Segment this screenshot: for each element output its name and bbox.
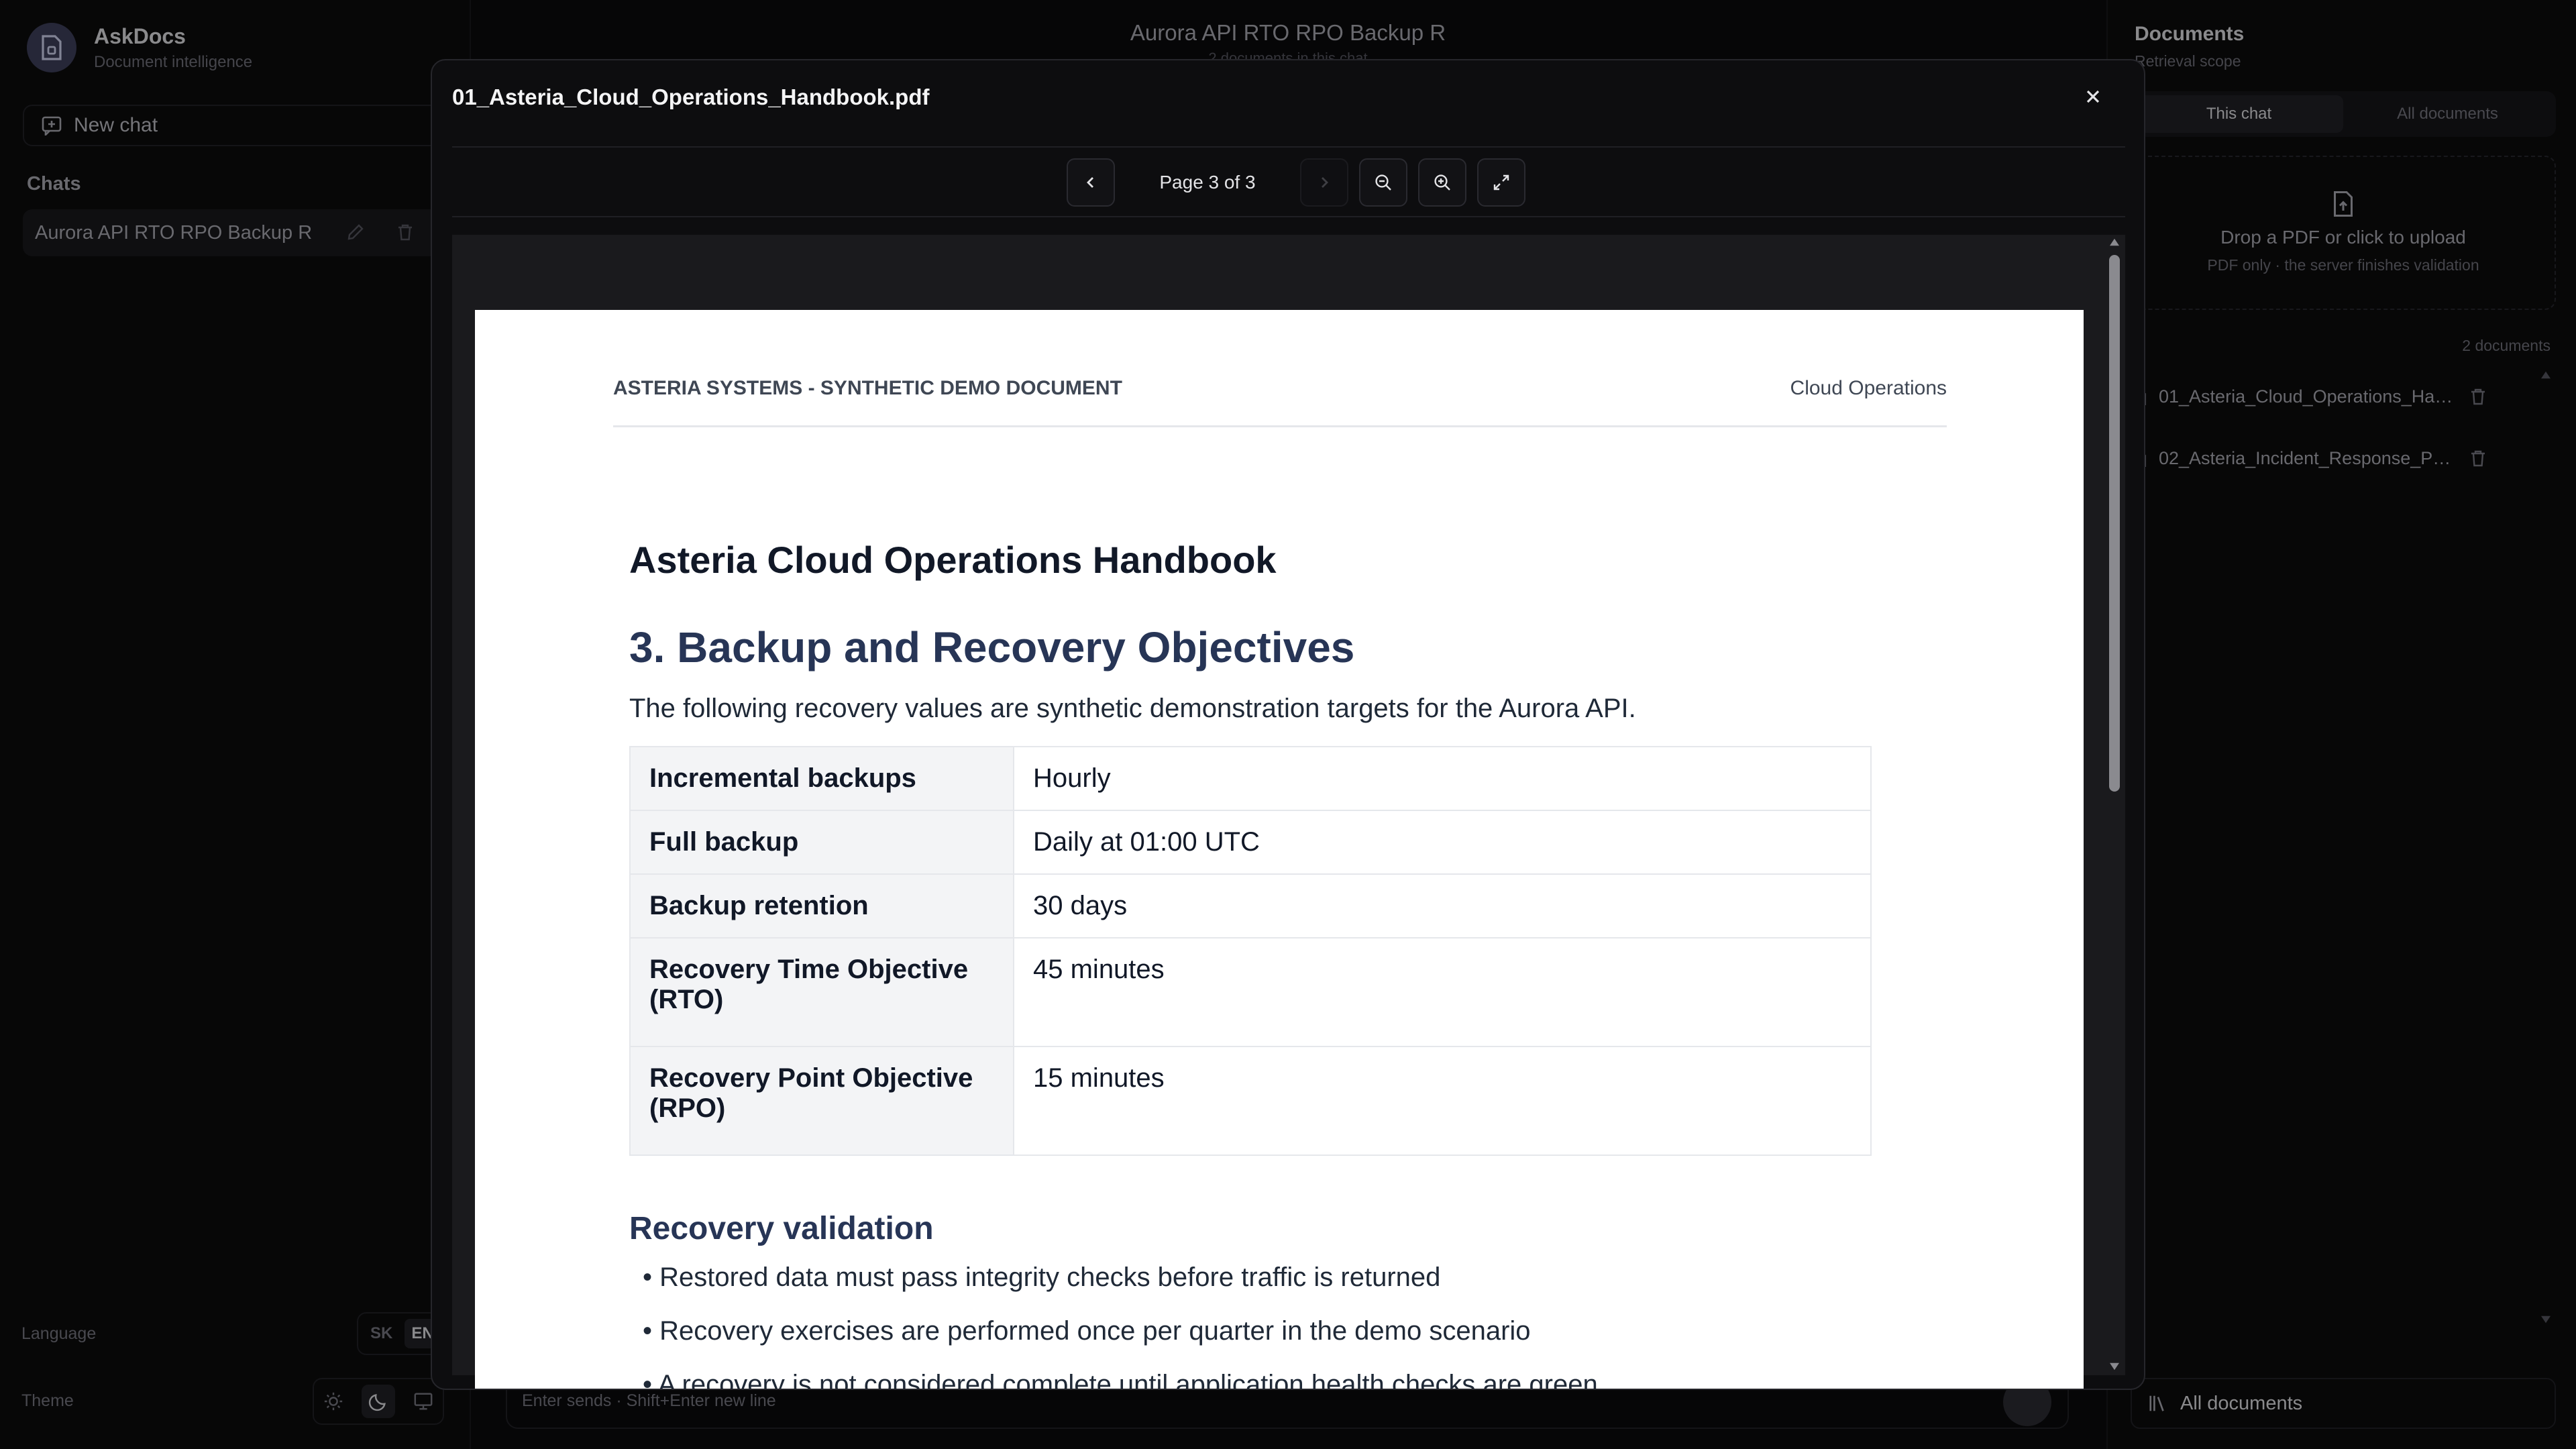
table-row: Recovery Point Objective (RPO) 15 minute… xyxy=(629,1046,1872,1156)
viewer-scrollbar[interactable] xyxy=(2104,235,2125,1375)
list-item: • A recovery is not considered complete … xyxy=(643,1370,1598,1390)
table-value: 30 days xyxy=(1013,873,1872,938)
pdf-viewport[interactable]: ASTERIA SYSTEMS - SYNTHETIC DEMO DOCUMEN… xyxy=(452,235,2125,1389)
table-value: Hourly xyxy=(1013,746,1872,811)
pdf-intro-text: The following recovery values are synthe… xyxy=(629,694,1636,723)
zoom-in-icon xyxy=(1433,173,1452,192)
divider xyxy=(452,146,2125,148)
table-value: 45 minutes xyxy=(1013,937,1872,1047)
zoom-in-button[interactable] xyxy=(1418,158,1466,207)
table-key: Recovery Time Objective (RTO) xyxy=(629,937,1014,1047)
divider xyxy=(452,216,2125,217)
scrollbar-thumb[interactable] xyxy=(2109,255,2120,792)
pdf-page: ASTERIA SYSTEMS - SYNTHETIC DEMO DOCUMEN… xyxy=(475,310,2084,1390)
scroll-up-icon[interactable] xyxy=(2108,237,2121,247)
table-key: Full backup xyxy=(629,810,1014,875)
expand-icon xyxy=(1492,173,1511,192)
pdf-section-heading: 3. Backup and Recovery Objectives xyxy=(629,623,1355,672)
pdf-viewer-modal: 01_Asteria_Cloud_Operations_Handbook.pdf… xyxy=(431,59,2145,1390)
chevron-right-icon xyxy=(1316,174,1332,191)
previous-page-button[interactable] xyxy=(1067,158,1115,207)
pdf-document-title: Asteria Cloud Operations Handbook xyxy=(629,539,1277,581)
pdf-subsection-heading: Recovery validation xyxy=(629,1211,934,1246)
chevron-left-icon xyxy=(1083,174,1099,191)
zoom-out-icon xyxy=(1374,173,1393,192)
pdf-header-right: Cloud Operations xyxy=(1790,377,1947,399)
pdf-objectives-table: Incremental backups Hourly Full backup D… xyxy=(629,746,1872,1156)
table-row: Recovery Time Objective (RTO) 45 minutes xyxy=(629,937,1872,1047)
page-indicator: Page 3 of 3 xyxy=(1159,172,1256,193)
list-item: • Recovery exercises are performed once … xyxy=(643,1316,1531,1346)
modal-file-name: 01_Asteria_Cloud_Operations_Handbook.pdf xyxy=(452,85,930,109)
list-item: • Restored data must pass integrity chec… xyxy=(643,1263,1441,1292)
pdf-page-header: ASTERIA SYSTEMS - SYNTHETIC DEMO DOCUMEN… xyxy=(613,377,1947,427)
pdf-bullet-list: • Restored data must pass integrity chec… xyxy=(643,1263,1598,1390)
table-row: Incremental backups Hourly xyxy=(629,746,1872,811)
pdf-toolbar: Page 3 of 3 xyxy=(1067,158,1525,207)
table-key: Backup retention xyxy=(629,873,1014,938)
table-value: Daily at 01:00 UTC xyxy=(1013,810,1872,875)
table-key: Incremental backups xyxy=(629,746,1014,811)
pdf-header-left: ASTERIA SYSTEMS - SYNTHETIC DEMO DOCUMEN… xyxy=(613,377,1122,399)
zoom-out-button[interactable] xyxy=(1359,158,1407,207)
table-value: 15 minutes xyxy=(1013,1046,1872,1156)
table-row: Full backup Daily at 01:00 UTC xyxy=(629,810,1872,875)
next-page-button[interactable] xyxy=(1300,158,1348,207)
table-key: Recovery Point Objective (RPO) xyxy=(629,1046,1014,1156)
close-icon[interactable] xyxy=(2084,87,2102,106)
table-row: Backup retention 30 days xyxy=(629,873,1872,938)
scroll-down-icon[interactable] xyxy=(2108,1362,2121,1371)
fullscreen-button[interactable] xyxy=(1477,158,1525,207)
